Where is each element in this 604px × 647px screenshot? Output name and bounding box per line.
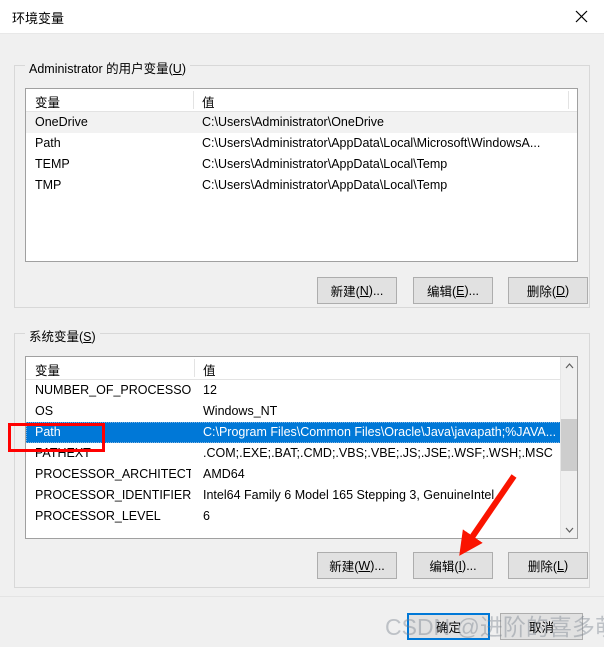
table-row[interactable]: OS Windows_NT <box>26 401 577 422</box>
system-row-value: Intel64 Family 6 Model 165 Stepping 3, G… <box>203 488 495 502</box>
user-legend-accel: U <box>172 62 182 76</box>
user-variables-list[interactable]: 变量 值 OneDrive C:\Users\Administrator\One… <box>25 88 578 262</box>
system-row-name: Path <box>35 425 61 439</box>
system-col-value[interactable]: 值 <box>203 360 216 379</box>
user-legend-suffix: ) <box>181 62 186 76</box>
table-row[interactable]: PATHEXT .COM;.EXE;.BAT;.CMD;.VBS;.VBE;.J… <box>26 443 577 464</box>
user-delete-label-prefix: 删除( <box>526 285 556 299</box>
environment-variables-dialog: 环境变量 Administrator 的用户变量(U) 变量 值 OneDriv… <box>0 0 604 647</box>
user-edit-label-prefix: 编辑( <box>426 285 457 299</box>
user-column-divider-end[interactable] <box>568 91 569 109</box>
user-row-name: TMP <box>35 178 62 192</box>
scrollbar-thumb[interactable] <box>561 419 577 471</box>
user-row-name: Path <box>35 136 61 150</box>
user-delete-label-accel: D <box>555 283 566 298</box>
system-legend-prefix: 系统变量( <box>29 330 84 344</box>
system-row-name: NUMBER_OF_PROCESSORS <box>35 383 191 397</box>
table-row[interactable]: OneDrive C:\Users\Administrator\OneDrive <box>26 112 577 133</box>
user-legend-prefix: Administrator 的用户变量( <box>29 62 173 76</box>
system-row-value: Windows_NT <box>203 404 278 418</box>
user-row-value: C:\Users\Administrator\AppData\Local\Mic… <box>202 136 541 150</box>
table-row[interactable]: PROCESSOR_LEVEL 6 <box>26 506 577 527</box>
system-row-value: 12 <box>203 383 217 397</box>
close-button[interactable] <box>559 0 604 32</box>
system-row-name: PATHEXT <box>35 446 91 460</box>
user-delete-label-suffix: ) <box>565 283 570 298</box>
table-row[interactable]: TMP C:\Users\Administrator\AppData\Local… <box>26 175 577 196</box>
table-row[interactable]: TEMP C:\Users\Administrator\AppData\Loca… <box>26 154 577 175</box>
system-list-scrollbar[interactable] <box>560 357 577 538</box>
user-list-rows: OneDrive C:\Users\Administrator\OneDrive… <box>26 112 577 196</box>
system-row-name: PROCESSOR_ARCHITECT... <box>35 467 191 481</box>
system-edit-button[interactable]: 编辑(I)... <box>413 552 493 579</box>
system-variables-list[interactable]: 变量 值 NUMBER_OF_PROCESSORS 12 OS Windows_… <box>25 356 578 539</box>
table-row-selected[interactable]: Path C:\Program Files\Common Files\Oracl… <box>26 422 577 443</box>
table-row[interactable]: PROCESSOR_ARCHITECT... AMD64 <box>26 464 577 485</box>
user-col-variable[interactable]: 变量 <box>35 92 60 111</box>
system-row-name: OS <box>35 404 54 418</box>
system-list-rows: NUMBER_OF_PROCESSORS 12 OS Windows_NT Pa… <box>26 380 577 527</box>
user-row-value: C:\Users\Administrator\AppData\Local\Tem… <box>202 178 448 192</box>
system-new-button[interactable]: 新建(W)... <box>317 552 397 579</box>
user-new-label-accel: N <box>359 283 369 298</box>
scroll-up-arrow-icon[interactable] <box>561 357 577 374</box>
system-variables-legend: 系统变量(S) <box>25 326 100 345</box>
user-new-label-prefix: 新建( <box>330 285 360 299</box>
user-edit-label-accel: E <box>456 283 465 298</box>
system-column-divider[interactable] <box>194 359 195 377</box>
system-new-label-suffix: )... <box>370 558 385 573</box>
system-new-label-prefix: 新建( <box>329 560 359 574</box>
system-delete-label-accel: L <box>557 558 564 573</box>
cancel-button[interactable]: 取消 <box>500 613 583 640</box>
footer-separator <box>0 596 604 597</box>
system-row-value: 6 <box>203 509 210 523</box>
user-row-value: C:\Users\Administrator\AppData\Local\Tem… <box>202 157 448 171</box>
system-new-label-accel: W <box>358 558 371 573</box>
system-delete-label-prefix: 删除( <box>527 560 558 574</box>
user-list-header: 变量 值 <box>26 89 577 112</box>
table-row[interactable]: PROCESSOR_IDENTIFIER Intel64 Family 6 Mo… <box>26 485 577 506</box>
user-row-name: TEMP <box>35 157 70 171</box>
scroll-down-arrow-icon[interactable] <box>561 521 577 538</box>
user-row-value: C:\Users\Administrator\OneDrive <box>202 115 384 129</box>
system-edit-label-suffix: )... <box>462 558 477 573</box>
user-new-label-suffix: )... <box>368 283 384 298</box>
system-row-value: AMD64 <box>203 467 245 481</box>
user-row-name: OneDrive <box>35 115 88 129</box>
user-column-divider[interactable] <box>193 91 194 109</box>
system-delete-label-suffix: ) <box>563 558 569 573</box>
user-new-button[interactable]: 新建(N)... <box>317 277 397 304</box>
system-delete-button[interactable]: 删除(L) <box>508 552 588 579</box>
window-title: 环境变量 <box>12 11 65 26</box>
user-variables-legend: Administrator 的用户变量(U) <box>25 58 190 77</box>
close-icon <box>575 10 588 23</box>
table-row[interactable]: Path C:\Users\Administrator\AppData\Loca… <box>26 133 577 154</box>
user-edit-label-suffix: )... <box>464 283 480 298</box>
title-bar: 环境变量 <box>0 0 604 34</box>
user-col-value[interactable]: 值 <box>202 92 215 111</box>
system-legend-accel: S <box>83 330 92 344</box>
user-edit-button[interactable]: 编辑(E)... <box>413 277 493 304</box>
user-delete-button[interactable]: 删除(D) <box>508 277 588 304</box>
system-row-value: .COM;.EXE;.BAT;.CMD;.VBS;.VBE;.JS;.JSE;.… <box>203 446 553 460</box>
system-col-variable[interactable]: 变量 <box>35 360 60 379</box>
system-row-name: PROCESSOR_LEVEL <box>35 509 161 523</box>
ok-button[interactable]: 确定 <box>407 613 490 640</box>
system-list-header: 变量 值 <box>26 357 577 380</box>
system-row-value: C:\Program Files\Common Files\Oracle\Jav… <box>203 425 555 439</box>
system-edit-label-prefix: 编辑( <box>429 560 459 574</box>
table-row[interactable]: NUMBER_OF_PROCESSORS 12 <box>26 380 577 401</box>
system-legend-suffix: ) <box>91 330 96 344</box>
system-row-name: PROCESSOR_IDENTIFIER <box>35 488 191 502</box>
